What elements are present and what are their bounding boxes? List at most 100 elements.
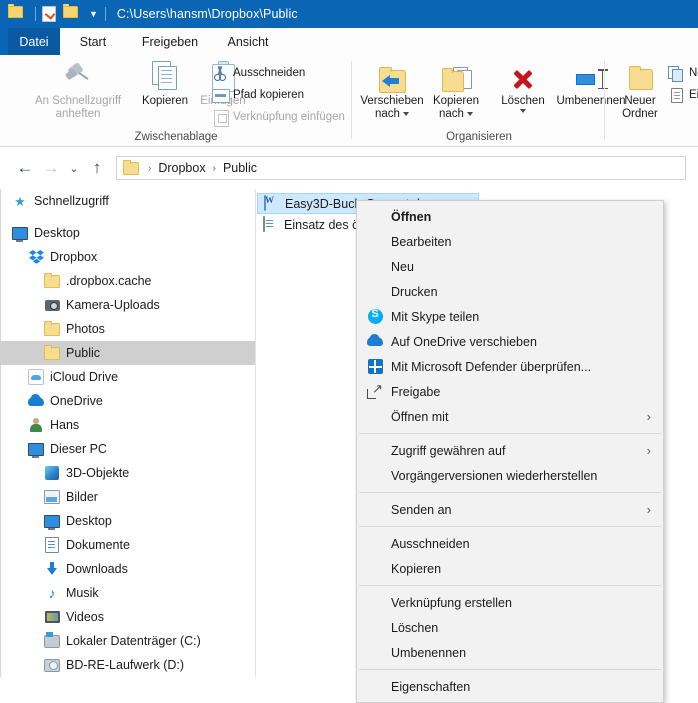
context-menu-item-löschen[interactable]: Löschen [357,615,663,640]
sidebar-item-public[interactable]: Public [0,341,255,365]
context-menu-item-bearbeiten[interactable]: Bearbeiten [357,229,663,254]
sidebar-item-desktop[interactable]: Desktop [0,509,255,533]
context-menu-item-verknüpfung-erstellen[interactable]: Verknüpfung erstellen [357,590,663,615]
context-menu-item-öffnen[interactable]: Öffnen [357,204,663,229]
context-menu-separator [359,585,661,586]
dropbox-icon [28,249,44,265]
copy-to-button[interactable]: Kopieren nach [425,59,487,121]
delete-button[interactable]: Löschen [493,59,553,113]
sidebar-item-videos[interactable]: Videos [0,605,255,629]
up-button[interactable]: ↑ [84,155,110,181]
context-menu-item-öffnen-mit[interactable]: Öffnen mit› [357,404,663,429]
sidebar-item-3d-objekte[interactable]: 3D-Objekte [0,461,255,485]
sidebar-item-icloud-drive[interactable]: iCloud Drive [0,365,255,389]
context-menu-item-eigenschaften[interactable]: Eigenschaften [357,674,663,699]
copy-path-label: Pfad kopieren [233,89,304,101]
sidebar-item-label: Kamera-Uploads [66,298,160,312]
copy-button[interactable]: Kopieren [136,59,194,108]
context-menu-item-label: Vorgängerversionen wiederherstellen [391,469,663,483]
sidebar-item-dropbox-cache[interactable]: .dropbox.cache [0,269,255,293]
ribbon: An Schnellzugriff anheften Kopieren Einf… [0,55,698,147]
sidebar-item-kamera-uploads[interactable]: Kamera-Uploads [0,293,255,317]
context-menu-item-drucken[interactable]: Drucken [357,279,663,304]
context-menu-separator [359,669,661,670]
group-divider-1 [351,61,352,139]
tab-datei[interactable]: Datei [8,28,60,55]
sidebar-item-musik[interactable]: ♪Musik [0,581,255,605]
sidebar-item-bd-re-laufwerk-d[interactable]: BD-RE-Laufwerk (D:) [0,653,255,677]
breadcrumb-dropbox[interactable]: Dropbox [158,161,205,175]
context-menu-icon-placeholder [365,501,385,519]
sidebar-item-dieser-pc[interactable]: Dieser PC [0,437,255,461]
sidebar-item-bilder[interactable]: Bilder [0,485,255,509]
quick-access-folder-icon[interactable] [8,6,24,22]
context-menu-item-mit-microsoft-defender-überprüfen[interactable]: Mit Microsoft Defender überprüfen... [357,354,663,379]
sidebar-item-label: Desktop [66,514,112,528]
new-item-label: Ne [689,67,698,79]
properties-icon[interactable] [41,6,57,22]
defender-icon [365,358,385,376]
recent-locations-button[interactable]: ⌄ [64,155,84,181]
context-menu-item-auf-onedrive-verschieben[interactable]: Auf OneDrive verschieben [357,329,663,354]
sidebar-item-desktop[interactable]: Desktop [0,221,255,245]
context-menu-item-mit-skype-teilen[interactable]: Mit Skype teilen [357,304,663,329]
tab-ansicht[interactable]: Ansicht [214,28,282,55]
pin-to-quick-access-label: An Schnellzugriff anheften [35,95,121,121]
move-to-button[interactable]: Verschieben nach [359,59,425,121]
easy-access-button[interactable]: Ein [668,85,698,104]
sidebar-item-schnellzugriff[interactable]: ★Schnellzugriff [0,189,255,213]
back-button[interactable]: ← [12,155,38,181]
sidebar-item-downloads[interactable]: Downloads [0,557,255,581]
context-menu-item-freigabe[interactable]: Freigabe [357,379,663,404]
move-to-caret-icon[interactable] [403,112,409,116]
delete-caret-icon[interactable] [520,109,526,113]
breadcrumb-public[interactable]: Public [223,161,257,175]
context-menu[interactable]: ÖffnenBearbeitenNeuDruckenMit Skype teil… [356,200,664,703]
sidebar-item-label: Musik [66,586,99,600]
ribbon-tabstrip: Datei Start Freigeben Ansicht [0,28,698,55]
sidebar-item-lokaler-datentr-ger-c[interactable]: Lokaler Datenträger (C:) [0,629,255,653]
easy-access-icon [668,87,684,103]
copy-to-caret-icon[interactable] [467,112,473,116]
new-folder-button[interactable]: Neuer Ordner [614,59,666,121]
context-menu-item-neu[interactable]: Neu [357,254,663,279]
sidebar-item-dokumente[interactable]: Dokumente [0,533,255,557]
context-menu-item-vorgängerversionen-wiederherstellen[interactable]: Vorgängerversionen wiederherstellen [357,463,663,488]
submenu-chevron-right-icon: › [647,503,651,516]
tab-start[interactable]: Start [60,28,126,55]
paste-shortcut-label: Verknüpfung einfügen [233,111,345,123]
tab-freigeben[interactable]: Freigeben [126,28,214,55]
group-divider-2 [604,61,605,139]
context-menu-separator [359,526,661,527]
new-folder-icon[interactable] [63,6,79,22]
sidebar-item-label: 3D-Objekte [66,466,129,480]
forward-button[interactable]: → [38,155,64,181]
sidebar-item-dropbox[interactable]: Dropbox [0,245,255,269]
context-menu-item-senden-an[interactable]: Senden an› [357,497,663,522]
context-menu-item-zugriff-gewähren-auf[interactable]: Zugriff gewähren auf› [357,438,663,463]
new-item-button[interactable]: Ne [668,63,698,82]
address-field[interactable]: › Dropbox › Public [116,156,686,180]
cut-button[interactable]: Ausschneiden [212,63,305,82]
sidebar-item-photos[interactable]: Photos [0,317,255,341]
up-arrow-icon: ↑ [93,158,102,178]
copy-path-button[interactable]: Pfad kopieren [212,85,304,104]
context-menu-item-label: Auf OneDrive verschieben [391,335,663,349]
onedrive-icon [365,333,385,351]
chevron-down-icon[interactable]: ▼ [89,10,98,19]
back-arrow-icon: ← [17,158,34,178]
paste-shortcut-button[interactable]: Verknüpfung einfügen [212,107,345,126]
context-menu-icon-placeholder [365,442,385,460]
context-menu-item-label: Öffnen mit [391,410,647,424]
forward-arrow-icon: → [43,158,60,178]
context-menu-item-ausschneiden[interactable]: Ausschneiden [357,531,663,556]
navigation-pane[interactable]: ★SchnellzugriffDesktopDropbox.dropbox.ca… [0,189,256,677]
sidebar-item-hans[interactable]: Hans [0,413,255,437]
context-menu-separator [359,433,661,434]
tab-datei-label: Datei [19,35,48,49]
context-menu-item-umbenennen[interactable]: Umbenennen [357,640,663,665]
share-icon [365,383,385,401]
sidebar-item-onedrive[interactable]: OneDrive [0,389,255,413]
pin-to-quick-access-button[interactable]: An Schnellzugriff anheften [22,59,134,121]
context-menu-item-kopieren[interactable]: Kopieren [357,556,663,581]
